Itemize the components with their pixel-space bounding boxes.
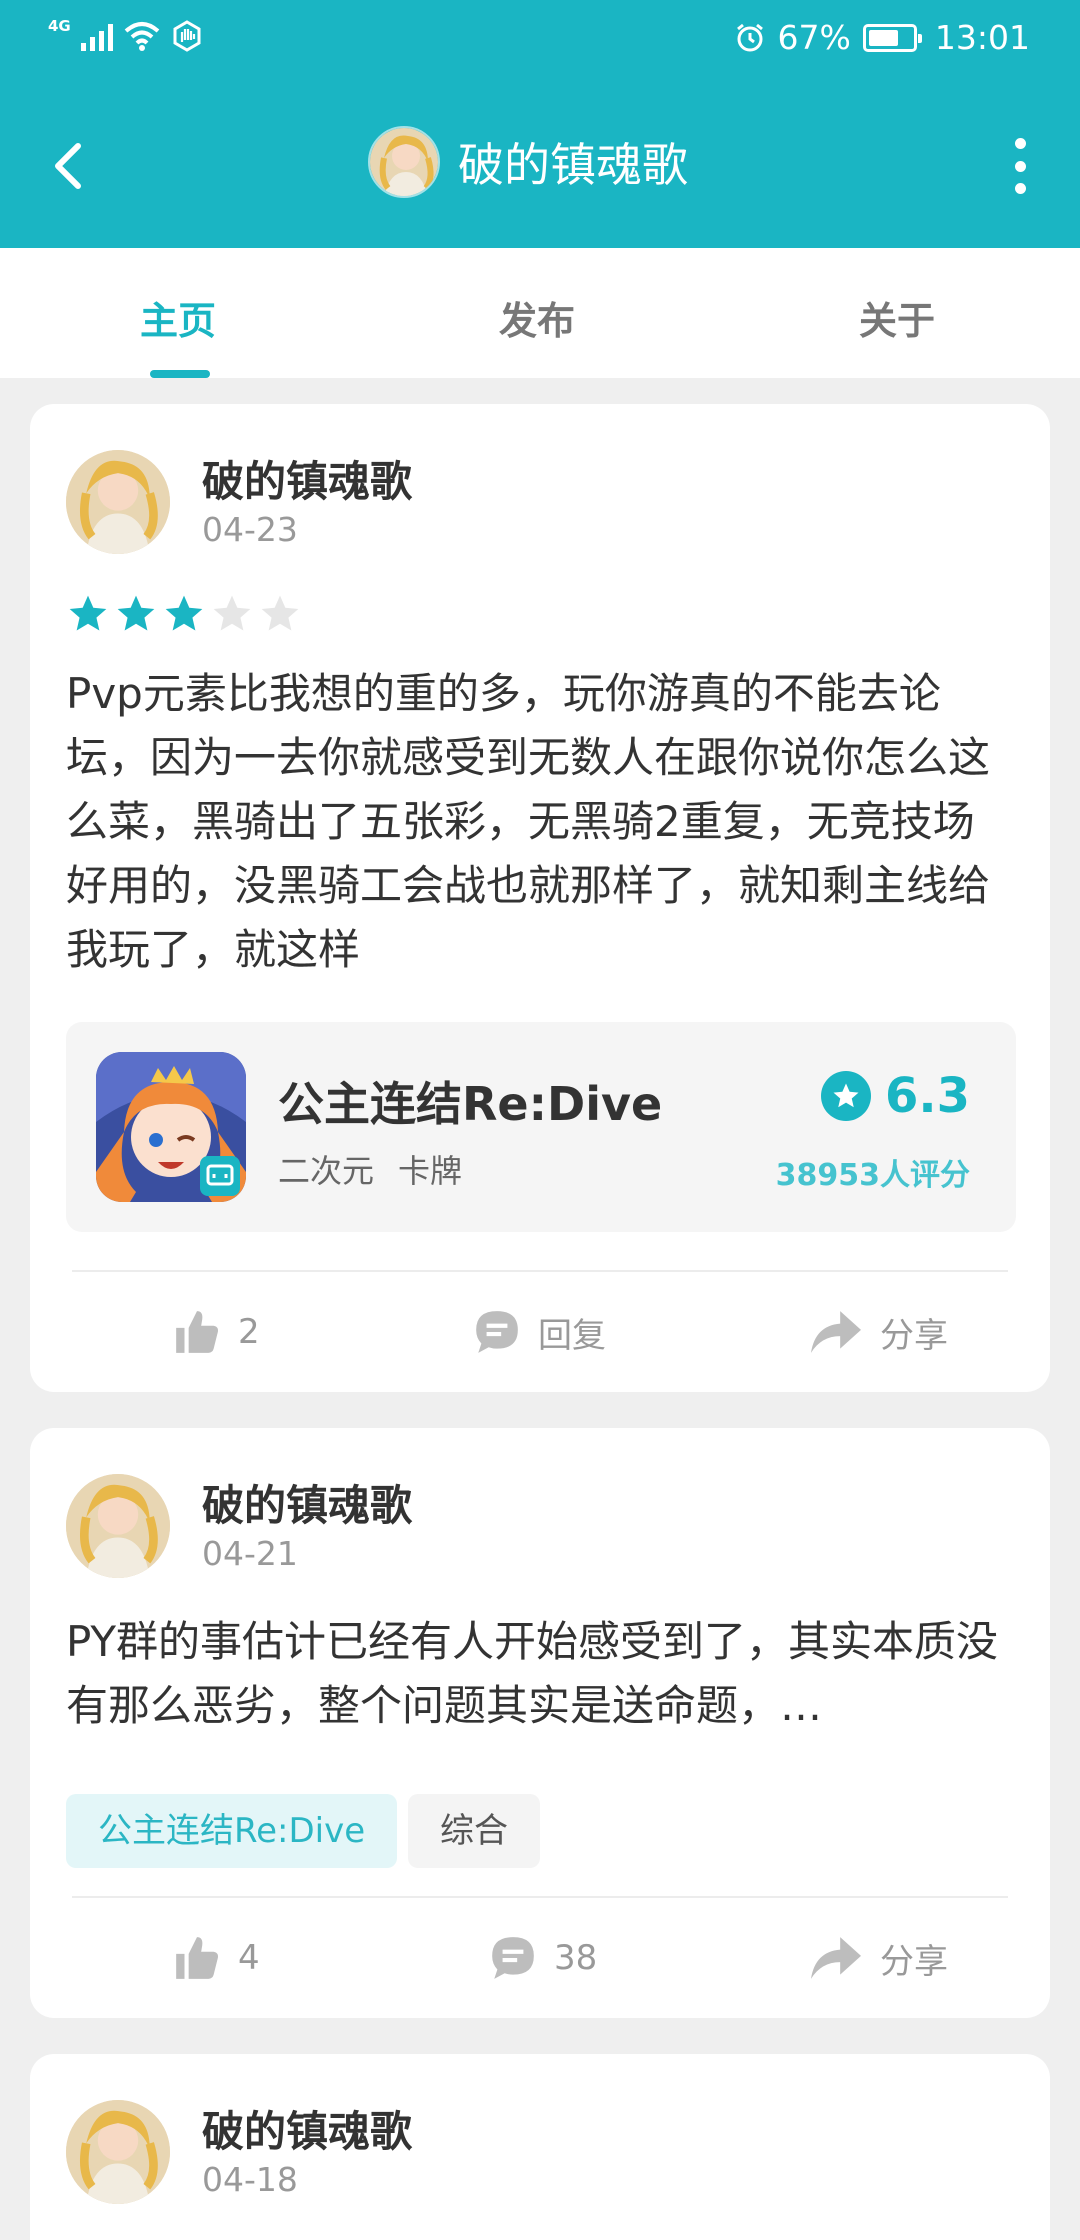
star-icon (117, 595, 155, 631)
game-tag[interactable]: 公主连结Re:Dive (66, 1794, 398, 1868)
app-header-bar: 4G 67% 13:01 破的镇魂歌 (0, 0, 1080, 248)
divider (72, 1896, 1008, 1898)
tab-about[interactable]: 关于 (859, 290, 935, 345)
score-value: 6.3 (884, 1068, 970, 1124)
author-name[interactable]: 破的镇魂歌 (202, 448, 412, 509)
hand-icon (173, 20, 201, 52)
share-icon (811, 1311, 861, 1353)
post-date: 04-21 (202, 1534, 298, 1573)
wifi-icon (124, 22, 160, 51)
game-tag: 二次元 (278, 1152, 375, 1190)
clock: 13:01 (934, 18, 1030, 57)
share-button[interactable]: 分享 (808, 1933, 948, 1983)
battery-percent: 67% (777, 18, 851, 57)
post-card[interactable]: 破的镇魂歌 04-18 (30, 2054, 1050, 2240)
author-name[interactable]: 破的镇魂歌 (202, 1472, 412, 1533)
tab-home[interactable]: 主页 (140, 290, 216, 345)
header-title-group: 破的镇魂歌 (368, 126, 688, 198)
battery-icon (862, 23, 922, 52)
page-title: 破的镇魂歌 (458, 138, 688, 192)
topic-tag[interactable]: 综合 (408, 1794, 540, 1868)
share-label: 分享 (880, 1315, 948, 1356)
star-icon (69, 595, 107, 631)
avatar[interactable] (66, 1474, 170, 1578)
status-bar: 4G 67% 13:01 (0, 0, 1080, 80)
thumbs-up-icon (176, 1937, 219, 1979)
comment-button[interactable]: 38 (488, 1933, 597, 1983)
author-name[interactable]: 破的镇魂歌 (202, 2098, 412, 2159)
star-badge-icon (820, 1071, 871, 1121)
header: 破的镇魂歌 (0, 120, 1080, 210)
like-button[interactable]: 2 (172, 1307, 260, 1357)
post-actions: 4 38 分享 (30, 1923, 1050, 1993)
game-name: 公主连结Re:Dive (278, 1077, 663, 1131)
network-type: 4G (48, 17, 71, 35)
game-tags: 二次元 卡牌 (278, 1146, 462, 1192)
tab-publish[interactable]: 发布 (499, 290, 575, 345)
post-actions: 2 回复 分享 (30, 1297, 1050, 1367)
post-card[interactable]: 破的镇魂歌 04-21 PY群的事估计已经有人开始感受到了，其实本质没有那么恶劣… (30, 1428, 1050, 2018)
comment-count: 38 (554, 1938, 598, 1978)
avatar[interactable] (66, 450, 170, 554)
post-date: 04-18 (202, 2160, 298, 2199)
rating-stars (66, 592, 302, 636)
game-card[interactable]: 公主连结Re:Dive 二次元 卡牌 6.3 38953人评分 (66, 1022, 1016, 1232)
like-count: 4 (238, 1938, 260, 1978)
like-button[interactable]: 4 (172, 1933, 260, 1983)
share-button[interactable]: 分享 (808, 1307, 948, 1357)
comment-icon (476, 1311, 518, 1353)
avatar[interactable] (66, 2100, 170, 2204)
thumbs-up-icon (176, 1311, 219, 1353)
star-empty-icon (261, 595, 299, 631)
post-content[interactable]: Pvp元素比我想的重的多，玩你游真的不能去论坛，因为一去你就感受到无数人在跟你说… (66, 662, 1016, 982)
reply-button[interactable]: 回复 (472, 1307, 606, 1357)
raters-count: 38953人评分 (775, 1158, 970, 1193)
signal-icon (80, 21, 113, 51)
share-label: 分享 (880, 1941, 948, 1982)
like-count: 2 (238, 1312, 260, 1352)
game-icon (96, 1052, 246, 1202)
share-icon (811, 1937, 861, 1979)
game-tag: 卡牌 (398, 1152, 463, 1190)
avatar[interactable] (368, 126, 440, 198)
back-arrow-icon[interactable] (44, 136, 94, 196)
tab-active-indicator (150, 370, 210, 378)
post-date: 04-23 (202, 510, 298, 549)
game-score: 6.3 (820, 1068, 970, 1124)
star-icon (165, 595, 203, 631)
star-empty-icon (213, 595, 251, 631)
more-options-icon[interactable] (1000, 138, 1040, 194)
alarm-icon (736, 23, 763, 51)
tab-bar: 主页 发布 关于 (0, 248, 1080, 378)
divider (72, 1270, 1008, 1272)
post-content[interactable]: PY群的事估计已经有人开始感受到了，其实本质没有那么恶劣，整个问题其实是送命题，… (66, 1610, 1016, 1738)
comment-icon (492, 1937, 534, 1979)
reply-label: 回复 (538, 1315, 606, 1356)
post-card[interactable]: 破的镇魂歌 04-23 Pvp元素比我想的重的多，玩你游真的不能去论坛，因为一去… (30, 404, 1050, 1392)
